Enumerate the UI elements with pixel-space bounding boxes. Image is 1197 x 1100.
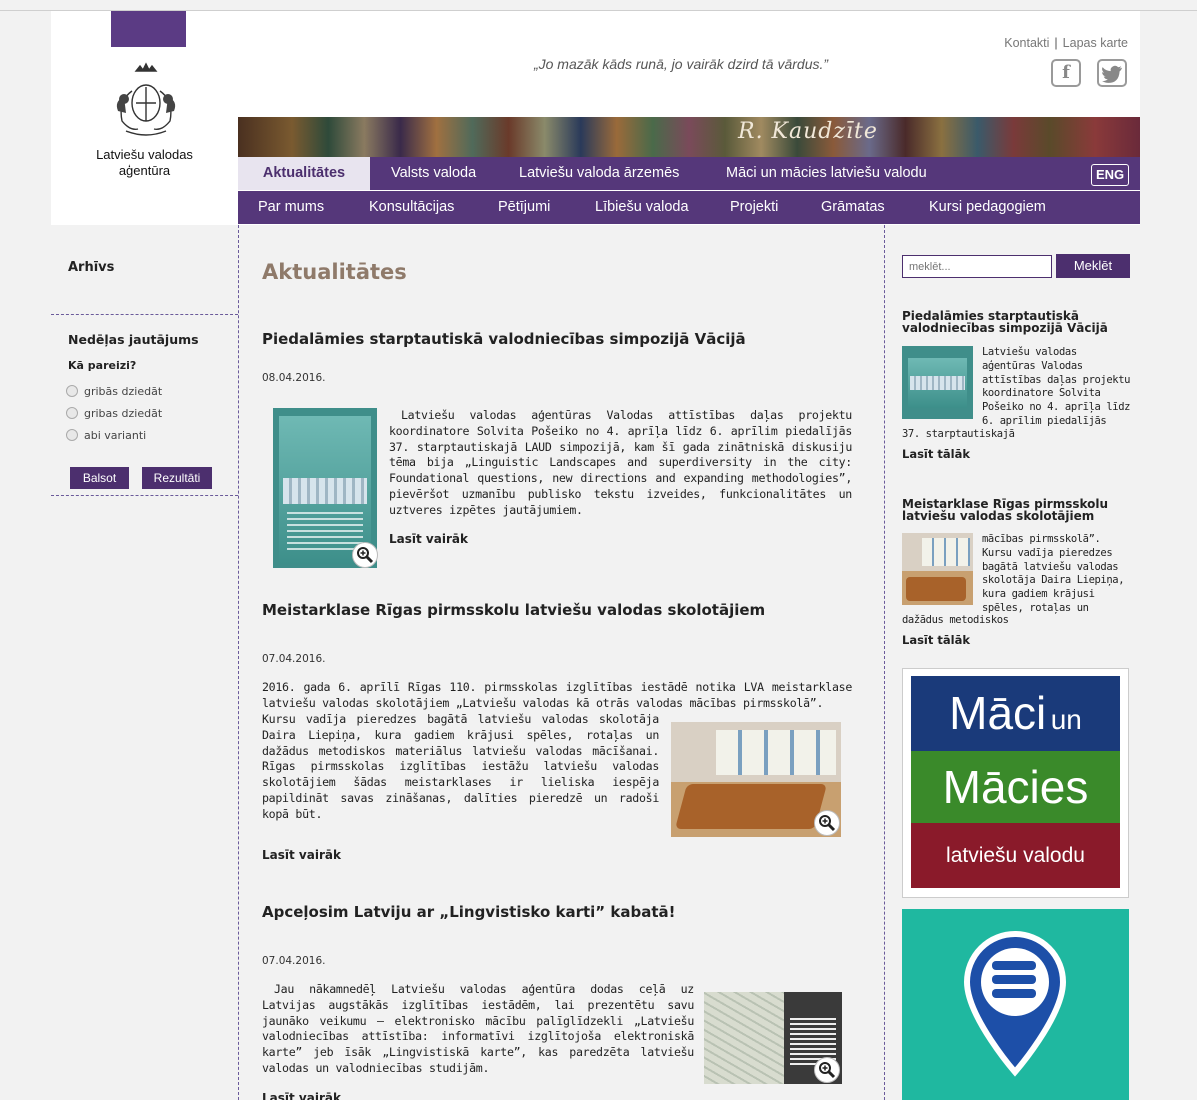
- side-news-text: mācības pirmsskolā”. Kursu vadīja piered…: [982, 533, 1125, 614]
- poll-option[interactable]: gribās dziedāt: [66, 385, 162, 398]
- read-more-link[interactable]: Lasīt vairāk: [262, 1091, 341, 1100]
- nav-konsultacijas[interactable]: Konsultācijas: [349, 191, 474, 224]
- main-nav: Aktualitātes Valsts valoda Latviešu valo…: [238, 157, 1140, 190]
- org-name-line1: Latviešu valodas: [96, 147, 193, 162]
- side-news-image[interactable]: [902, 533, 973, 605]
- nav-libiesu-valoda[interactable]: Lībiešu valoda: [575, 191, 709, 224]
- nav-valsts-valoda[interactable]: Valsts valoda: [371, 157, 496, 190]
- radio-button[interactable]: [66, 429, 78, 441]
- header-quote: „Jo mazāk kāds runā, jo vairāk dzird tā …: [533, 56, 829, 72]
- zoom-icon[interactable]: [814, 1057, 840, 1083]
- org-name[interactable]: Latviešu valodas aģentūra: [51, 147, 238, 179]
- poster-skyline: [910, 376, 965, 390]
- nav-par-mums[interactable]: Par mums: [238, 191, 344, 224]
- maci-un-macies-banner[interactable]: Māci un Mācies latviešu valodu: [902, 668, 1129, 898]
- article-text: Jau nākamnedēļ Latviešu valodas aģentūra…: [262, 982, 694, 1075]
- sitemap-link[interactable]: Lapas karte: [1063, 36, 1128, 50]
- archive-link[interactable]: Arhīvs: [68, 260, 114, 275]
- coat-of-arms-icon[interactable]: [106, 61, 186, 141]
- left-sidebar: Arhīvs Nedēļas jautājums Kā pareizi? gri…: [51, 225, 238, 1100]
- signature: R. Kaudzīte: [738, 119, 878, 144]
- read-more-link[interactable]: Lasīt vairāk: [262, 848, 341, 862]
- results-button[interactable]: Rezultāti: [142, 467, 212, 489]
- side-news-image[interactable]: [902, 346, 973, 419]
- radio-button[interactable]: [66, 385, 78, 397]
- article-text: 2016. gada 6. aprīlī Rīgas 110. pirmssko…: [262, 680, 852, 710]
- banner-line1: Māci: [949, 687, 1047, 739]
- zoom-icon[interactable]: [814, 810, 840, 836]
- link-separator: |: [1054, 36, 1058, 50]
- poll-option[interactable]: abi varianti: [66, 429, 146, 442]
- books-banner: R. Kaudzīte: [238, 117, 1140, 157]
- nav-kursi-pedagogiem[interactable]: Kursi pedagogiem: [909, 191, 1066, 224]
- twitter-icon[interactable]: [1097, 59, 1127, 87]
- facebook-icon[interactable]: f: [1051, 59, 1081, 87]
- side-news-text: Latviešu valodas aģentūras Valodas attīs…: [982, 346, 1131, 427]
- map-pin-book-icon: [963, 930, 1067, 1077]
- banner-line1b: un: [1050, 704, 1082, 735]
- table: [906, 577, 966, 601]
- zoom-icon[interactable]: [352, 542, 378, 568]
- side-news-text: 37. starptautiskajā: [902, 428, 1015, 440]
- read-further-link[interactable]: Lasīt tālāk: [902, 447, 970, 461]
- wall-posters: [922, 538, 970, 566]
- nav-petijumi[interactable]: Pētījumi: [478, 191, 570, 224]
- main-content: Aktualitātes Piedalāmies starptautiskā v…: [238, 225, 885, 1100]
- article-text-side: Kursu vadīja pieredzes bagātā latviešu v…: [262, 712, 659, 821]
- nav-latviesu-valoda-arzemes[interactable]: Latviešu valoda ārzemēs: [499, 157, 699, 190]
- table: [674, 784, 828, 829]
- banner-blue-block: Māci un: [911, 676, 1120, 751]
- side-news-title[interactable]: Meistarklase Rīgas pirmsskolu latviešu v…: [902, 498, 1132, 522]
- poster-skyline: [283, 478, 367, 504]
- banner-green-block: Mācies: [911, 751, 1120, 823]
- article-text: Latviešu valodas aģentūras Valodas attīs…: [389, 408, 852, 517]
- divider: [51, 314, 238, 315]
- brand-tab: [111, 11, 186, 47]
- page: Latviešu valodas aģentūra „Jo mazāk kāds…: [51, 11, 1140, 1100]
- banner-red-block: latviešu valodu: [911, 823, 1120, 888]
- side-news-title[interactable]: Piedalāmies starptautiskā valodniecības …: [902, 310, 1132, 334]
- read-further-link[interactable]: Lasīt tālāk: [902, 633, 970, 647]
- nav-aktualitates[interactable]: Aktualitātes: [238, 157, 370, 190]
- nav-maci-un-macies[interactable]: Māci un mācies latviešu valodu: [706, 157, 947, 190]
- poll-option[interactable]: gribas dziedāt: [66, 407, 162, 420]
- language-switch[interactable]: ENG: [1091, 164, 1130, 186]
- article-title[interactable]: Meistarklase Rīgas pirmsskolu latviešu v…: [262, 601, 765, 619]
- side-news-text: dažādus metodiskos: [902, 614, 1009, 626]
- contacts-link[interactable]: Kontakti: [1004, 36, 1049, 50]
- map-background: [704, 992, 784, 1084]
- poster-text: [287, 512, 363, 552]
- top-links: Kontakti | Lapas karte: [1004, 36, 1128, 50]
- article-title[interactable]: Apceļosim Latviju ar „Lingvistisko karti…: [262, 903, 675, 921]
- org-name-line2: aģentūra: [118, 163, 171, 178]
- search-input[interactable]: [902, 255, 1052, 278]
- right-sidebar: Meklēt Piedalāmies starptautiskā valodni…: [885, 225, 1140, 1100]
- article-date: 07.04.2016.: [262, 955, 326, 967]
- poll-option-label: gribas dziedāt: [84, 407, 163, 420]
- poll-option-label: gribās dziedāt: [84, 385, 163, 398]
- app-banner[interactable]: [902, 909, 1129, 1100]
- page-title: Aktualitātes: [262, 260, 407, 284]
- secondary-nav: Par mums Konsultācijas Pētījumi Lībiešu …: [238, 191, 1140, 224]
- article-date: 07.04.2016.: [262, 653, 326, 665]
- divider: [51, 495, 238, 496]
- search-button[interactable]: Meklēt: [1056, 254, 1130, 278]
- article-title[interactable]: Piedalāmies starptautiskā valodniecības …: [262, 330, 746, 348]
- radio-button[interactable]: [66, 407, 78, 419]
- nav-projekti[interactable]: Projekti: [710, 191, 798, 224]
- read-more-link[interactable]: Lasīt vairāk: [389, 532, 468, 546]
- article-date: 08.04.2016.: [262, 372, 326, 384]
- nav-gramatas[interactable]: Grāmatas: [801, 191, 905, 224]
- wall-posters: [716, 730, 836, 775]
- vote-button[interactable]: Balsot: [70, 467, 129, 489]
- poll-option-label: abi varianti: [84, 429, 147, 442]
- poll-question: Kā pareizi?: [68, 359, 137, 372]
- poll-title: Nedēļas jautājums: [68, 332, 199, 347]
